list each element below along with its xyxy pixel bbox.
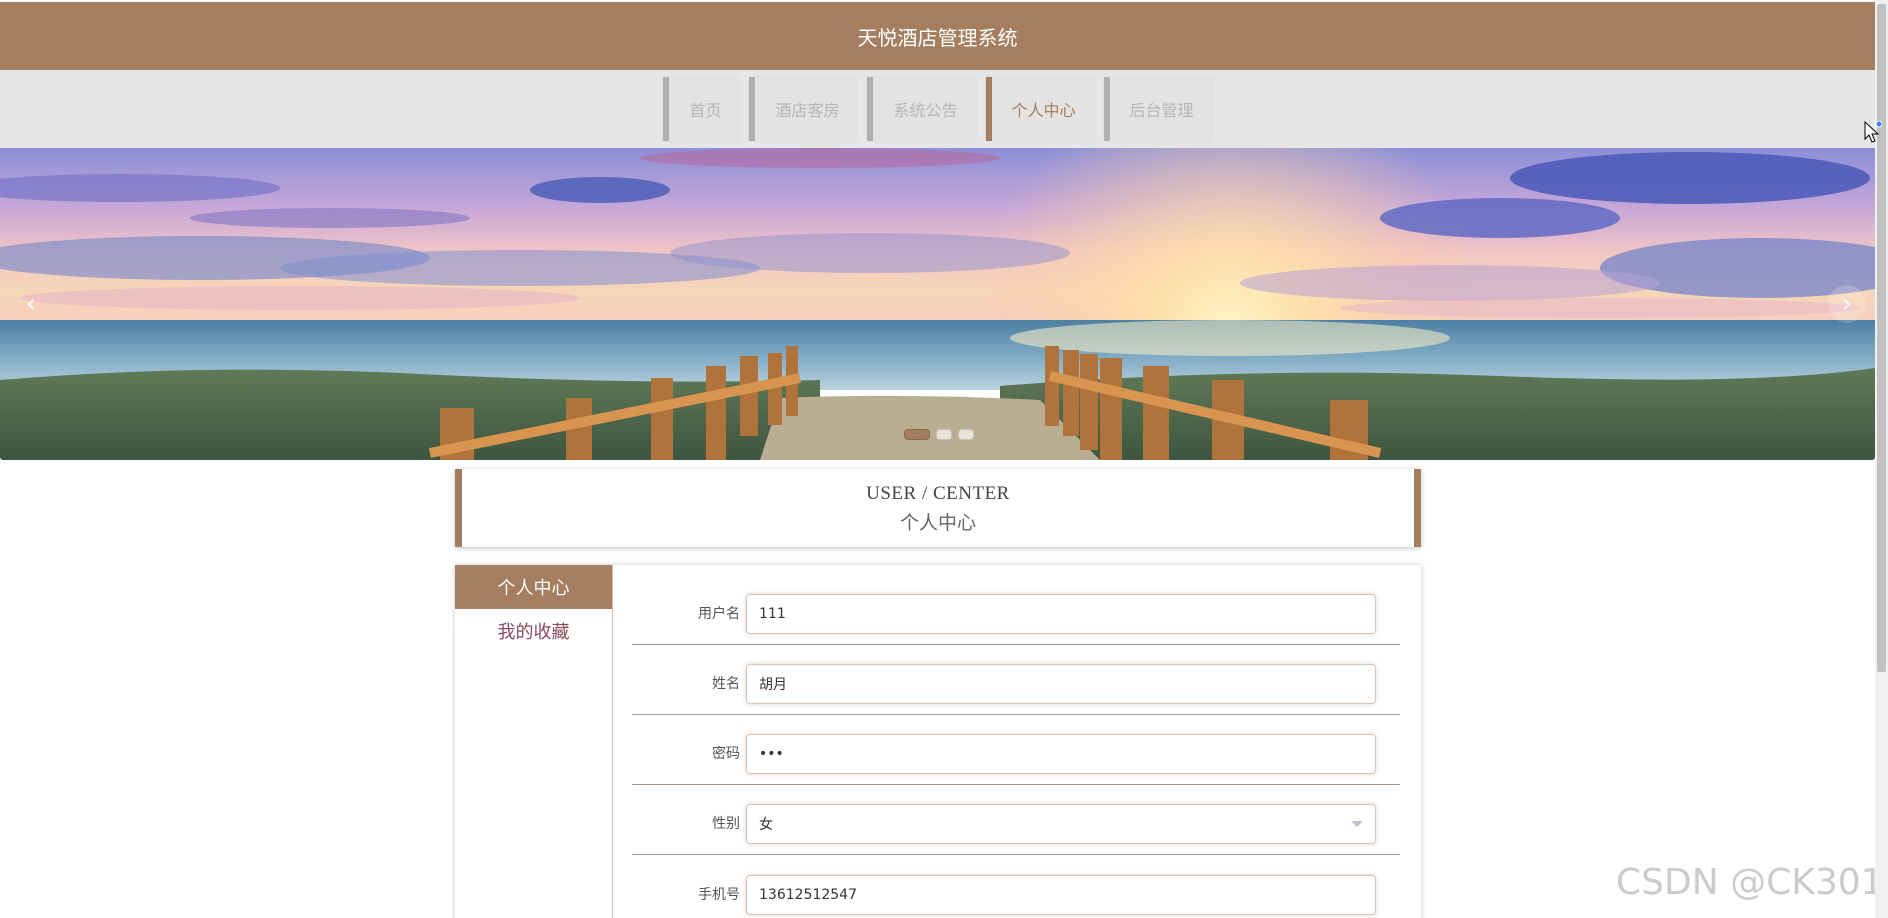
main-nav: 首页 酒店客房 系统公告 个人中心 后台管理 [0,70,1875,148]
password-label: 密码 [712,746,740,762]
form-row-password: 密码 ••• [632,715,1400,785]
nav-item-label: 系统公告 [893,101,958,120]
sidebar-item-user-center[interactable]: 个人中心 [455,565,612,609]
nav-item-label: 首页 [689,101,722,120]
name-value: 胡月 [759,677,787,693]
user-center-panel: 个人中心 我的收藏 用户名 111 姓名 胡月 密码 ••• 性别 女 手机号 … [455,565,1421,918]
page: 天悦酒店管理系统 首页 酒店客房 系统公告 个人中心 后台管理 ‹ › USER… [0,0,1888,918]
carousel-dot[interactable] [936,429,952,440]
chevron-right-icon: › [1841,289,1853,319]
carousel-dot[interactable] [958,429,974,440]
username-label: 用户名 [698,606,740,622]
carousel-prev-button[interactable]: ‹ [12,285,50,323]
nav-item-label: 酒店客房 [775,101,840,120]
gender-value: 女 [759,817,773,833]
gender-label: 性别 [712,816,740,832]
username-field[interactable]: 111 [746,594,1376,634]
form-row-phone: 手机号 13612512547 [632,855,1400,918]
nav-item-label: 个人中心 [1011,101,1076,120]
watermark: CSDN @CK3011 [1616,862,1888,903]
nav-item-home[interactable]: 首页 [663,77,740,141]
section-header: USER / CENTER 个人中心 [455,469,1421,547]
sidebar-item-favorites[interactable]: 我的收藏 [455,609,612,653]
sidebar-item-label: 我的收藏 [497,622,570,643]
username-value: 111 [759,606,786,622]
password-field[interactable]: ••• [746,734,1376,774]
carousel-next-button[interactable]: › [1828,285,1866,323]
nav-item-label: 后台管理 [1129,101,1194,120]
sidebar: 个人中心 我的收藏 [455,565,613,918]
name-label: 姓名 [712,676,740,692]
nav-item-user-center[interactable]: 个人中心 [985,77,1094,141]
nav-item-notices[interactable]: 系统公告 [867,77,976,141]
app-title: 天悦酒店管理系统 [857,25,1018,50]
phone-value: 13612512547 [759,887,857,903]
app-title-bar: 天悦酒店管理系统 [0,2,1875,70]
nav-item-rooms[interactable]: 酒店客房 [749,77,858,141]
form-row-username: 用户名 111 [632,565,1400,645]
mouse-cursor-icon [1864,121,1882,143]
password-value: ••• [759,746,784,762]
phone-label: 手机号 [698,887,740,903]
profile-form: 用户名 111 姓名 胡月 密码 ••• 性别 女 手机号 1361251254… [632,565,1400,918]
section-title-cn: 个人中心 [899,513,976,534]
chevron-left-icon: ‹ [25,289,37,319]
banner-carousel[interactable]: ‹ › [0,148,1875,460]
name-field[interactable]: 胡月 [746,664,1376,704]
carousel-indicators [904,429,974,440]
scrollbar-thumb[interactable] [1877,4,1886,672]
nav-item-admin[interactable]: 后台管理 [1103,77,1212,141]
section-title-en: USER / CENTER [866,483,1010,504]
banner-image [0,148,1875,460]
carousel-dot[interactable] [904,429,930,440]
phone-field[interactable]: 13612512547 [746,875,1376,915]
sidebar-item-label: 个人中心 [497,578,570,599]
chevron-down-icon [1351,821,1363,827]
gender-select[interactable]: 女 [746,804,1376,844]
form-row-name: 姓名 胡月 [632,645,1400,715]
form-row-gender: 性别 女 [632,785,1400,855]
